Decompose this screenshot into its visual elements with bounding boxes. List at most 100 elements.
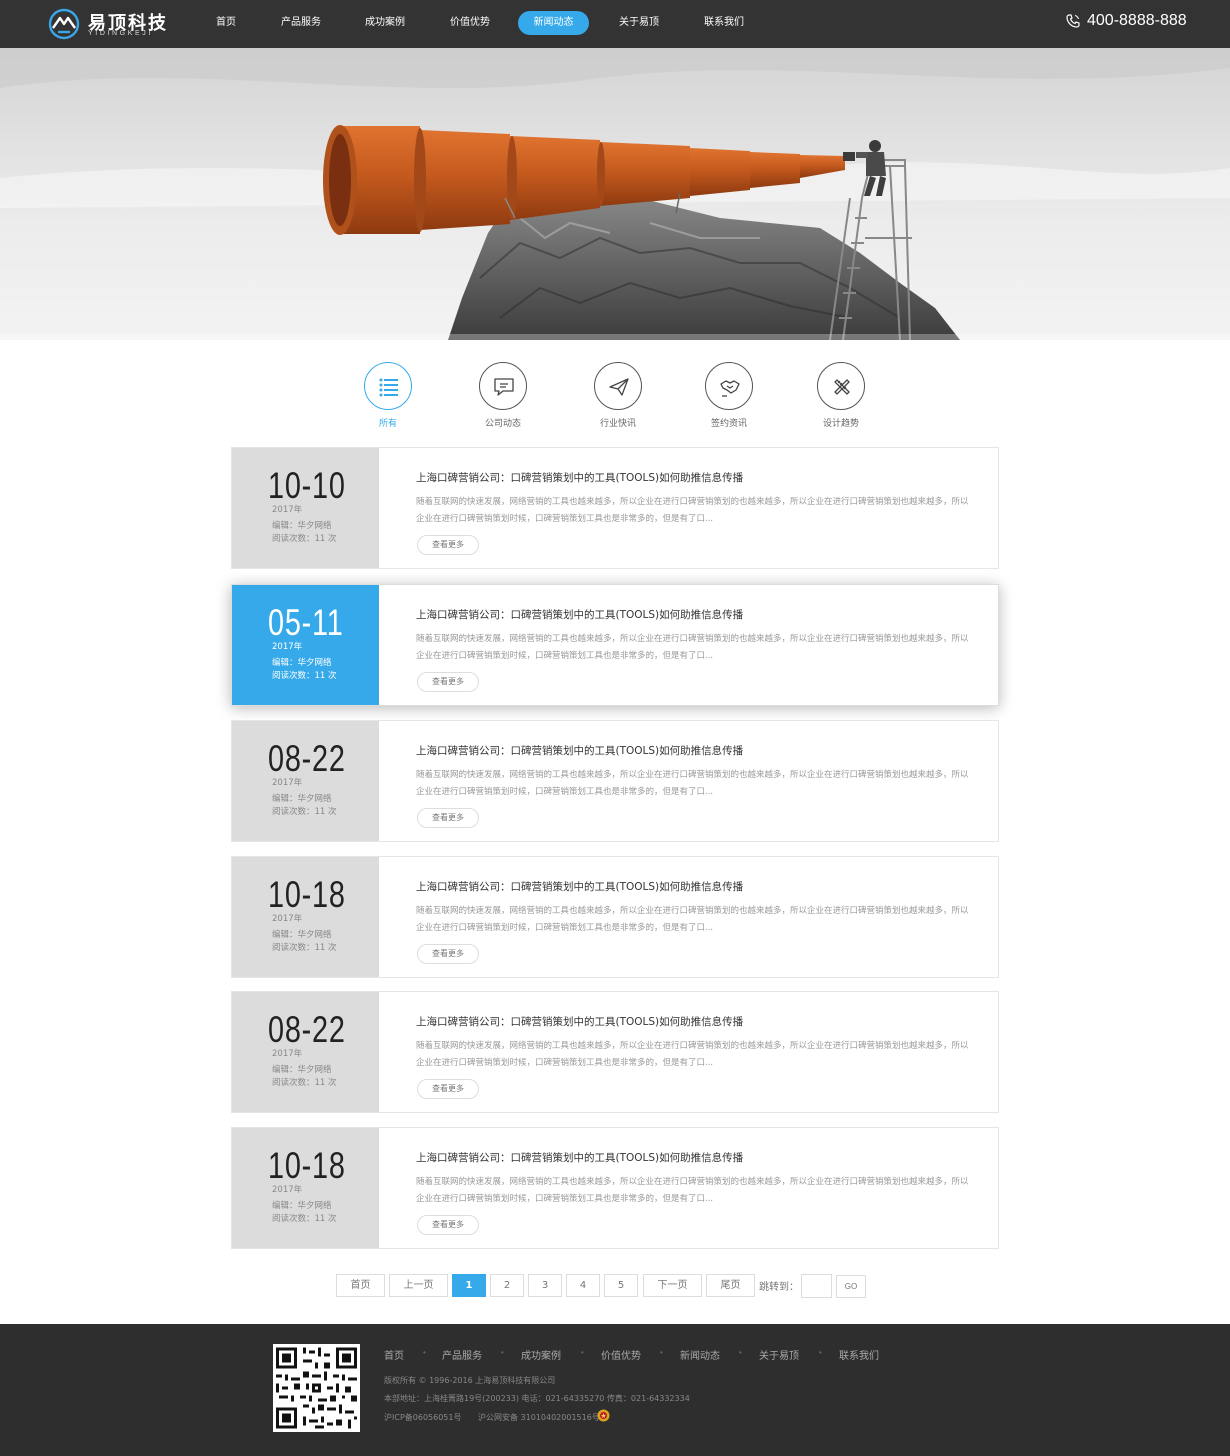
category-label: 公司动态 (484, 419, 521, 429)
page-go-button[interactable]: GO (836, 1275, 866, 1298)
footer-icp[interactable]: 沪ICP备06056051号 (384, 1412, 462, 1423)
footer-nav-about[interactable]: 关于易顶 (759, 1347, 799, 1362)
news-date: 10-18 (268, 1145, 346, 1186)
news-editor: 编辑：华夕网络 (272, 521, 332, 531)
footer-nav-news[interactable]: 新闻动态 (680, 1347, 720, 1362)
footer-police-record[interactable]: 沪公网安备 31010402001516号 (478, 1412, 600, 1423)
news-date: 10-10 (268, 465, 346, 506)
news-title[interactable]: 上海口碑营销公司：口碑营销策划中的工具(TOOLS)如何助推信息传播 (416, 607, 743, 622)
news-date-box: 10-10 2017年 编辑：华夕网络 阅读次数：11 次 (232, 448, 379, 568)
paper-plane-icon (609, 378, 629, 396)
logo-mark-icon (48, 8, 80, 40)
read-more-button[interactable]: 查看更多 (417, 808, 479, 828)
news-title[interactable]: 上海口碑营销公司：口碑营销策划中的工具(TOOLS)如何助推信息传播 (416, 470, 743, 485)
footer-nav-separator: • (660, 1348, 663, 1357)
news-title[interactable]: 上海口碑营销公司：口碑营销策划中的工具(TOOLS)如何助推信息传播 (416, 1014, 743, 1029)
category-icon-circle (705, 362, 753, 410)
news-summary: 随着互联网的快速发展，网络营销的工具也越来越多，所以企业在进行口碑营销策划的也越… (416, 770, 969, 797)
category-icon-circle (594, 362, 642, 410)
news-year: 2017年 (272, 1049, 303, 1059)
news-title[interactable]: 上海口碑营销公司：口碑营销策划中的工具(TOOLS)如何助推信息传播 (416, 743, 743, 758)
nav-item-home[interactable]: 首页 (201, 11, 251, 35)
news-date: 05-11 (268, 602, 344, 643)
footer-nav-separator: • (501, 1348, 504, 1357)
footer-nav-separator: • (581, 1348, 584, 1357)
footer-nav-advantages[interactable]: 价值优势 (601, 1347, 641, 1362)
qr-code-image (273, 1344, 360, 1432)
footer-nav-separator: • (739, 1348, 742, 1357)
category-icon-circle (479, 362, 527, 410)
footer-nav-cases[interactable]: 成功案例 (521, 1347, 561, 1362)
category-icon-circle (364, 362, 412, 410)
category-label: 行业快讯 (599, 419, 636, 429)
footer-nav-home[interactable]: 首页 (384, 1347, 404, 1362)
news-date: 10-18 (268, 874, 346, 915)
news-date-box: 10-18 2017年 编辑：华夕网络 阅读次数：11 次 (232, 857, 379, 977)
footer-nav-products[interactable]: 产品服务 (442, 1347, 482, 1362)
footer-copyright: 版权所有 © 1996-2016 上海易顶科技有限公司 (384, 1376, 556, 1385)
nav-item-products[interactable]: 产品服务 (272, 11, 330, 35)
category-label: 签约资讯 (710, 419, 747, 429)
news-title[interactable]: 上海口碑营销公司：口碑营销策划中的工具(TOOLS)如何助推信息传播 (416, 1150, 743, 1165)
news-item[interactable]: 10-18 2017年 编辑：华夕网络 阅读次数：11 次 上海口碑营销公司：口… (231, 856, 999, 978)
news-item[interactable]: 08-22 2017年 编辑：华夕网络 阅读次数：11 次 上海口碑营销公司：口… (231, 720, 999, 842)
news-editor: 编辑：华夕网络 (272, 658, 332, 668)
news-year: 2017年 (272, 642, 303, 652)
page-number-button[interactable]: 3 (528, 1274, 562, 1297)
news-summary: 随着互联网的快速发展，网络营销的工具也越来越多，所以企业在进行口碑营销策划的也越… (416, 497, 969, 524)
news-year: 2017年 (272, 778, 303, 788)
news-year: 2017年 (272, 914, 303, 924)
hotline-number: 400-8888-888 (1087, 12, 1187, 29)
nav-item-contact[interactable]: 联系我们 (695, 11, 753, 35)
chat-icon (494, 378, 514, 396)
news-date-box: 10-18 2017年 编辑：华夕网络 阅读次数：11 次 (232, 1128, 379, 1248)
read-more-button[interactable]: 查看更多 (417, 672, 479, 692)
news-year: 2017年 (272, 505, 303, 515)
news-summary: 随着互联网的快速发展，网络营销的工具也越来越多，所以企业在进行口碑营销策划的也越… (416, 1177, 969, 1204)
nav-item-cases[interactable]: 成功案例 (356, 11, 414, 35)
news-year: 2017年 (272, 1185, 303, 1195)
news-item[interactable]: 05-11 2017年 编辑：华夕网络 阅读次数：11 次 上海口碑营销公司：口… (231, 584, 999, 706)
news-summary: 随着互联网的快速发展，网络营销的工具也越来越多，所以企业在进行口碑营销策划的也越… (416, 906, 969, 933)
page-last-button[interactable]: 尾页 (706, 1274, 755, 1297)
news-date-box: 08-22 2017年 编辑：华夕网络 阅读次数：11 次 (232, 992, 379, 1112)
news-summary: 随着互联网的快速发展，网络营销的工具也越来越多，所以企业在进行口碑营销策划的也越… (416, 634, 969, 661)
nav-item-advantages[interactable]: 价值优势 (441, 11, 499, 35)
read-more-button[interactable]: 查看更多 (417, 535, 479, 555)
site-footer: 首页 • 产品服务 • 成功案例 • 价值优势 • 新闻动态 • 关于易顶 • … (0, 1324, 1230, 1456)
site-logo[interactable]: 易顶科技 YIDINGKEJI (48, 6, 178, 42)
page-prev-button[interactable]: 上一页 (389, 1274, 448, 1297)
news-summary: 随着互联网的快速发展，网络营销的工具也越来越多，所以企业在进行口碑营销策划的也越… (416, 1041, 969, 1068)
news-item[interactable]: 08-22 2017年 编辑：华夕网络 阅读次数：11 次 上海口碑营销公司：口… (231, 991, 999, 1113)
news-title[interactable]: 上海口碑营销公司：口碑营销策划中的工具(TOOLS)如何助推信息传播 (416, 879, 743, 894)
page-jump-input[interactable] (801, 1274, 832, 1298)
news-read-count: 阅读次数：11 次 (272, 534, 337, 544)
page-next-button[interactable]: 下一页 (643, 1274, 702, 1297)
page-first-button[interactable]: 首页 (336, 1274, 385, 1297)
category-label: 设计趋势 (822, 419, 859, 429)
page-number-button[interactable]: 1 (452, 1274, 486, 1297)
read-more-button[interactable]: 查看更多 (417, 1215, 479, 1235)
nav-item-news[interactable]: 新闻动态 (518, 11, 589, 35)
page-number-button[interactable]: 2 (490, 1274, 524, 1297)
top-header: 易顶科技 YIDINGKEJI 首页 产品服务 成功案例 价值优势 新闻动态 关… (0, 0, 1230, 48)
read-more-button[interactable]: 查看更多 (417, 944, 479, 964)
category-label: 所有 (378, 419, 397, 429)
news-editor: 编辑：华夕网络 (272, 1201, 332, 1211)
news-date-box: 05-11 2017年 编辑：华夕网络 阅读次数：11 次 (232, 585, 379, 705)
news-date-box: 08-22 2017年 编辑：华夕网络 阅读次数：11 次 (232, 721, 379, 841)
page-number-button[interactable]: 4 (566, 1274, 600, 1297)
page-jump-label: 跳转到： (759, 1282, 799, 1293)
read-more-button[interactable]: 查看更多 (417, 1079, 479, 1099)
news-read-count: 阅读次数：11 次 (272, 943, 337, 953)
news-date: 08-22 (268, 1009, 346, 1050)
hero-banner (0, 48, 1230, 340)
nav-item-about[interactable]: 关于易顶 (610, 11, 668, 35)
news-item[interactable]: 10-10 2017年 编辑：华夕网络 阅读次数：11 次 上海口碑营销公司：口… (231, 447, 999, 569)
footer-nav-contact[interactable]: 联系我们 (839, 1347, 879, 1362)
banner-telescope-image (0, 48, 1230, 340)
page-number-button[interactable]: 5 (604, 1274, 638, 1297)
news-read-count: 阅读次数：11 次 (272, 807, 337, 817)
news-item[interactable]: 10-18 2017年 编辑：华夕网络 阅读次数：11 次 上海口碑营销公司：口… (231, 1127, 999, 1249)
news-read-count: 阅读次数：11 次 (272, 1078, 337, 1088)
